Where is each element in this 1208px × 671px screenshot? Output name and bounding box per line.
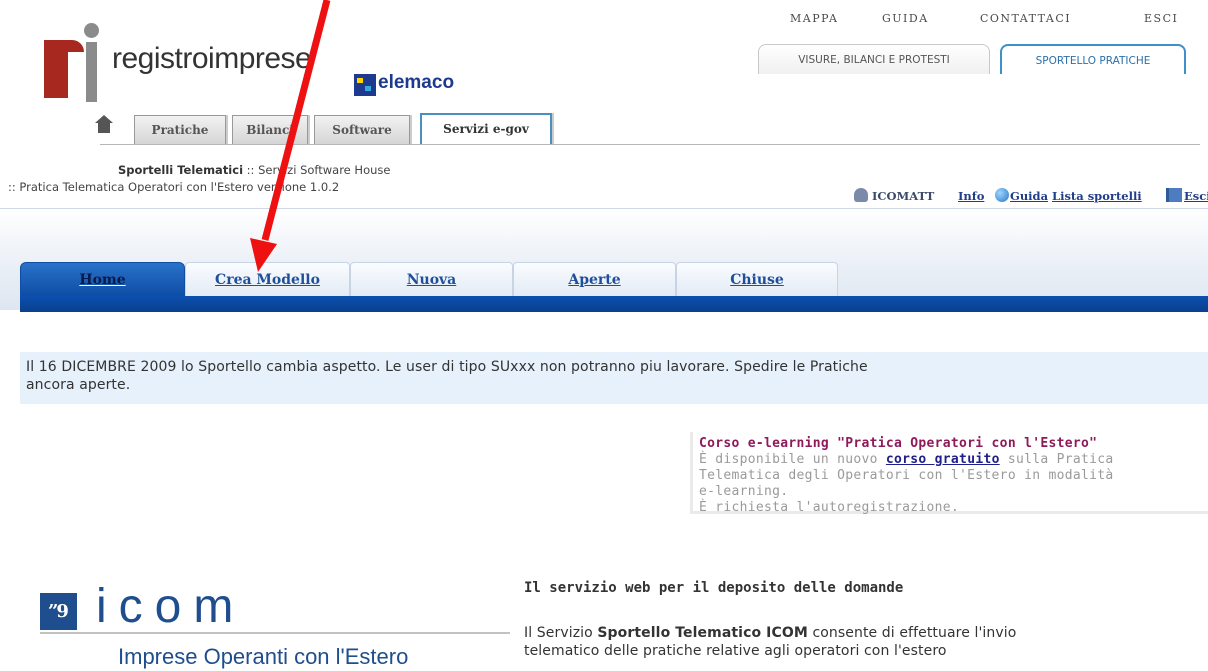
telemaco-icon: [354, 74, 376, 96]
logo-i-dot: [84, 23, 99, 38]
info-link[interactable]: Info: [958, 189, 984, 203]
elearning-line-4: È richiesta l'autoregistrazione.: [699, 500, 960, 515]
header-sportelli-rest: :: Servizi Software House: [243, 163, 391, 177]
notice-banner: Il 16 DICEMBRE 2009 lo Sportello cambia …: [20, 352, 1208, 404]
tab-servizi-egov[interactable]: Servizi e-gov: [420, 113, 552, 145]
logo-r-mark: [44, 40, 84, 98]
esci-link[interactable]: Esci: [1184, 189, 1208, 203]
icom-quote-mark: ”9: [48, 601, 69, 622]
telemaco-logo: elemaco: [354, 72, 534, 98]
service-desc-pre: Il Servizio: [524, 625, 598, 641]
lista-sportelli-link[interactable]: Lista sportelli: [1052, 189, 1142, 203]
elearning-text-pre: È disponibile un nuovo: [699, 452, 886, 467]
icom-subtitle: Imprese Operanti con l'Estero: [118, 644, 409, 669]
nav-mappa-link[interactable]: MAPPA: [790, 12, 838, 25]
main-tabs-bar: [20, 296, 1208, 312]
elearning-line-2: Telematica degli Operatori con l'Estero …: [699, 468, 1114, 483]
service-title: Il servizio web per il deposito delle do…: [524, 580, 904, 596]
user-links: ICOMATT Info Guida Lista sportelli Esci: [848, 188, 1208, 204]
user-icon: [854, 188, 868, 202]
logo-brand-text: registroimprese: [112, 42, 312, 75]
elearning-title: Corso e-learning "Pratica Operatori con …: [699, 436, 1098, 451]
header-pratica-version: :: Pratica Telematica Operatori con l'Es…: [8, 180, 340, 194]
icom-logo-mark: ”9: [40, 593, 77, 630]
tab-home[interactable]: Home: [20, 262, 185, 296]
logo-i-stem: [86, 42, 97, 102]
notice-line-1: Il 16 DICEMBRE 2009 lo Sportello cambia …: [26, 359, 868, 375]
service-desc-line-2: telematico delle pratiche relative agli …: [524, 643, 947, 659]
tab-home-label: Home: [79, 272, 126, 288]
service-desc-line-1: Il Servizio Sportello Telematico ICOM co…: [524, 624, 1208, 642]
tab-chiuse[interactable]: Chiuse: [676, 262, 838, 296]
tab-bilanci[interactable]: Bilanci: [232, 115, 308, 145]
nav-contattaci-link[interactable]: CONTATTACI: [980, 12, 1071, 25]
nav-esci-link[interactable]: ESCI: [1144, 12, 1178, 25]
icom-logo-text: icom: [96, 580, 246, 633]
header-sportelli-title: Sportelli Telematici: [118, 163, 244, 177]
service-description: Il Servizio Sportello Telematico ICOM co…: [524, 624, 1208, 660]
elearning-line-1: È disponibile un nuovo corso gratuito su…: [699, 452, 1202, 468]
icom-underline: [40, 632, 510, 634]
nav-guida-link[interactable]: GUIDA: [882, 12, 929, 25]
sub-tabs: Pratiche Bilanci Software Servizi e-gov: [0, 113, 1208, 145]
corso-gratuito-link[interactable]: corso gratuito: [886, 452, 1000, 467]
elearning-line-3: e-learning.: [699, 484, 789, 499]
username: ICOMATT: [872, 189, 935, 203]
service-desc-bold: Sportello Telematico ICOM: [597, 625, 808, 641]
top-nav: MAPPA GUIDA CONTATTACI ESCI: [790, 12, 1200, 26]
tab-aperte[interactable]: Aperte: [513, 262, 676, 296]
tab-nuova[interactable]: Nuova: [350, 262, 513, 296]
tab-software[interactable]: Software: [314, 115, 410, 145]
globe-icon: [995, 188, 1009, 202]
tab-pratiche[interactable]: Pratiche: [134, 115, 226, 145]
book-icon: [1166, 188, 1182, 202]
guida-link[interactable]: Guida: [1010, 189, 1048, 203]
tab-visure-bilanci-protesti[interactable]: VISURE, BILANCI E PROTESTI: [758, 44, 990, 74]
header-sportelli: Sportelli Telematici :: Servizi Software…: [118, 163, 390, 177]
sub-tabs-divider: [100, 144, 1200, 145]
tab-crea-modello[interactable]: Crea Modello: [185, 262, 350, 296]
elearning-box: Corso e-learning "Pratica Operatori con …: [690, 432, 1208, 515]
elearning-text-post: sulla Pratica: [999, 452, 1114, 467]
registroimprese-logo[interactable]: registroimprese elemaco: [40, 20, 520, 110]
service-desc-post: consente di effettuare l'invio: [807, 625, 1017, 641]
notice-line-2: ancora aperte.: [26, 377, 131, 393]
tab-sportello-pratiche[interactable]: SPORTELLO PRATICHE: [1000, 44, 1186, 74]
telemaco-text: elemaco: [378, 72, 455, 93]
